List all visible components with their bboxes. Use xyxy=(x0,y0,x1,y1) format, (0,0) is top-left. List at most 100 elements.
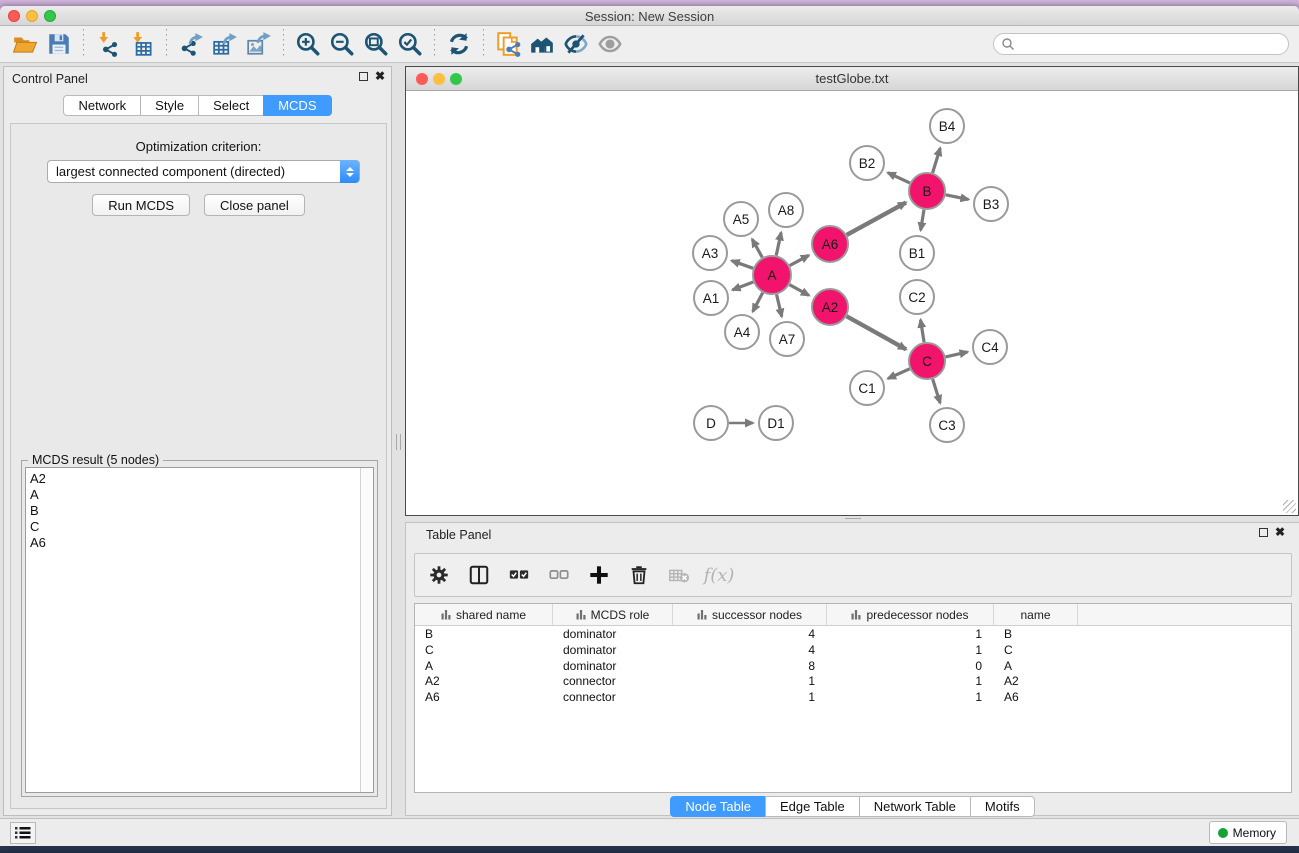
node-table[interactable]: shared nameMCDS rolesuccessor nodesprede… xyxy=(414,603,1292,793)
delete-row-icon[interactable] xyxy=(627,563,651,587)
graph-node-A[interactable]: A xyxy=(753,256,791,294)
graph-edge-C-C2[interactable] xyxy=(921,320,925,343)
table-cell[interactable]: A xyxy=(994,658,1078,674)
graph-node-C1[interactable]: C1 xyxy=(850,371,884,405)
graph-edge-A-A4[interactable] xyxy=(753,293,763,312)
table-cell[interactable]: 1 xyxy=(827,689,994,705)
table-cell[interactable]: A xyxy=(415,658,553,674)
graph-node-A6[interactable]: A6 xyxy=(812,226,848,262)
close-panel-icon[interactable]: ✖ xyxy=(375,71,385,81)
zoom-fit-icon[interactable] xyxy=(359,29,393,59)
mcds-result-item[interactable]: C xyxy=(30,519,46,535)
tab-network[interactable]: Network xyxy=(63,95,141,116)
table-cell[interactable]: 4 xyxy=(673,642,827,658)
table-row[interactable]: Adominator80A xyxy=(415,658,1291,674)
import-network-icon[interactable] xyxy=(91,29,125,59)
table-cell[interactable]: 8 xyxy=(673,658,827,674)
mcds-result-item[interactable]: A6 xyxy=(30,535,46,551)
split-columns-icon[interactable] xyxy=(467,563,491,587)
graph-node-B4[interactable]: B4 xyxy=(930,109,964,143)
run-mcds-button[interactable]: Run MCDS xyxy=(92,194,190,216)
mcds-result-item[interactable]: A xyxy=(30,487,46,503)
mcds-result-list[interactable]: A2ABCA6 xyxy=(25,467,374,793)
column-header-predecessor-nodes[interactable]: predecessor nodes xyxy=(827,604,994,625)
mcds-result-item[interactable]: B xyxy=(30,503,46,519)
tab-select[interactable]: Select xyxy=(198,95,264,116)
memory-button[interactable]: Memory xyxy=(1209,821,1287,844)
table-cell[interactable]: connector xyxy=(553,689,673,705)
graph-edge-C-C4[interactable] xyxy=(946,352,968,357)
graph-node-B[interactable]: B xyxy=(909,173,945,209)
graph-node-A2[interactable]: A2 xyxy=(812,289,848,325)
close-panel-button[interactable]: Close panel xyxy=(204,194,305,216)
open-session-icon[interactable] xyxy=(8,29,42,59)
table-cell[interactable]: C xyxy=(415,642,553,658)
tab-style[interactable]: Style xyxy=(140,95,199,116)
mcds-result-item[interactable]: A2 xyxy=(30,471,46,487)
task-history-button[interactable] xyxy=(10,822,36,844)
window-resize-grip[interactable] xyxy=(1283,500,1296,513)
graph-edge-A2-C[interactable] xyxy=(847,316,906,349)
graph-node-A3[interactable]: A3 xyxy=(693,236,727,270)
export-table-icon[interactable] xyxy=(208,29,242,59)
add-row-icon[interactable] xyxy=(587,563,611,587)
table-row[interactable]: A6connector11A6 xyxy=(415,689,1291,705)
graph-node-C2[interactable]: C2 xyxy=(900,280,934,314)
graph-edge-A-A3[interactable] xyxy=(732,261,753,269)
table-cell[interactable]: A6 xyxy=(415,689,553,705)
table-float-panel-icon[interactable] xyxy=(1259,528,1268,537)
tab-mcds[interactable]: MCDS xyxy=(263,95,331,116)
graph-node-A1[interactable]: A1 xyxy=(694,281,728,315)
graph-edge-A-A5[interactable] xyxy=(752,239,762,257)
table-cell[interactable]: A2 xyxy=(415,673,553,689)
import-table-icon[interactable] xyxy=(125,29,159,59)
graph-node-A4[interactable]: A4 xyxy=(725,315,759,349)
graph-node-A8[interactable]: A8 xyxy=(769,193,803,227)
graph-node-C4[interactable]: C4 xyxy=(973,330,1007,364)
graph-edge-C-C1[interactable] xyxy=(888,369,910,379)
refresh-layout-icon[interactable] xyxy=(442,29,476,59)
table-cell[interactable]: B xyxy=(994,626,1078,642)
table-cell[interactable]: 1 xyxy=(827,673,994,689)
table-cell[interactable]: 1 xyxy=(827,626,994,642)
table-cell[interactable]: dominator xyxy=(553,626,673,642)
tab-node-table[interactable]: Node Table xyxy=(670,796,766,817)
search-input[interactable] xyxy=(993,33,1289,55)
duplicate-network-icon[interactable] xyxy=(491,29,525,59)
network-canvas[interactable]: B4B2BB3A8A5A6A3B1AA1C2A2A4A7C4CC1C3DD1 xyxy=(406,92,1298,515)
table-cell[interactable]: dominator xyxy=(553,642,673,658)
graph-edge-A-A6[interactable] xyxy=(790,255,809,265)
vertical-divider-handle[interactable] xyxy=(396,434,401,450)
table-cell[interactable]: 1 xyxy=(827,642,994,658)
column-header-shared-name[interactable]: shared name xyxy=(415,604,553,625)
table-row[interactable]: Bdominator41B xyxy=(415,626,1291,642)
table-cell[interactable]: B xyxy=(415,626,553,642)
graph-node-B1[interactable]: B1 xyxy=(900,236,934,270)
graph-edge-A6-B[interactable] xyxy=(847,203,906,235)
list-scrollbar[interactable] xyxy=(360,468,373,792)
table-cell[interactable]: 4 xyxy=(673,626,827,642)
tab-network-table[interactable]: Network Table xyxy=(859,796,971,817)
tab-motifs[interactable]: Motifs xyxy=(970,796,1035,817)
graph-edge-B-B4[interactable] xyxy=(933,148,941,173)
column-header-mcds-role[interactable]: MCDS role xyxy=(553,604,673,625)
graph-edge-A-A7[interactable] xyxy=(777,294,782,316)
table-cell[interactable]: 1 xyxy=(673,673,827,689)
select-all-icon[interactable] xyxy=(507,563,531,587)
table-close-panel-icon[interactable]: ✖ xyxy=(1275,527,1285,537)
graph-node-C3[interactable]: C3 xyxy=(930,408,964,442)
graph-edge-A-A8[interactable] xyxy=(776,232,781,255)
export-image-icon[interactable] xyxy=(242,29,276,59)
table-cell[interactable]: A2 xyxy=(994,673,1078,689)
export-network-icon[interactable] xyxy=(174,29,208,59)
table-row[interactable]: A2connector11A2 xyxy=(415,673,1291,689)
settings-gear-icon[interactable] xyxy=(427,563,451,587)
save-session-icon[interactable] xyxy=(42,29,76,59)
deselect-all-icon[interactable] xyxy=(547,563,571,587)
graph-edge-B-B3[interactable] xyxy=(946,195,969,200)
zoom-in-icon[interactable] xyxy=(291,29,325,59)
column-header-name[interactable]: name xyxy=(994,604,1078,625)
criterion-dropdown[interactable]: largest connected component (directed) xyxy=(47,160,360,183)
column-header-successor-nodes[interactable]: successor nodes xyxy=(673,604,827,625)
table-cell[interactable]: C xyxy=(994,642,1078,658)
